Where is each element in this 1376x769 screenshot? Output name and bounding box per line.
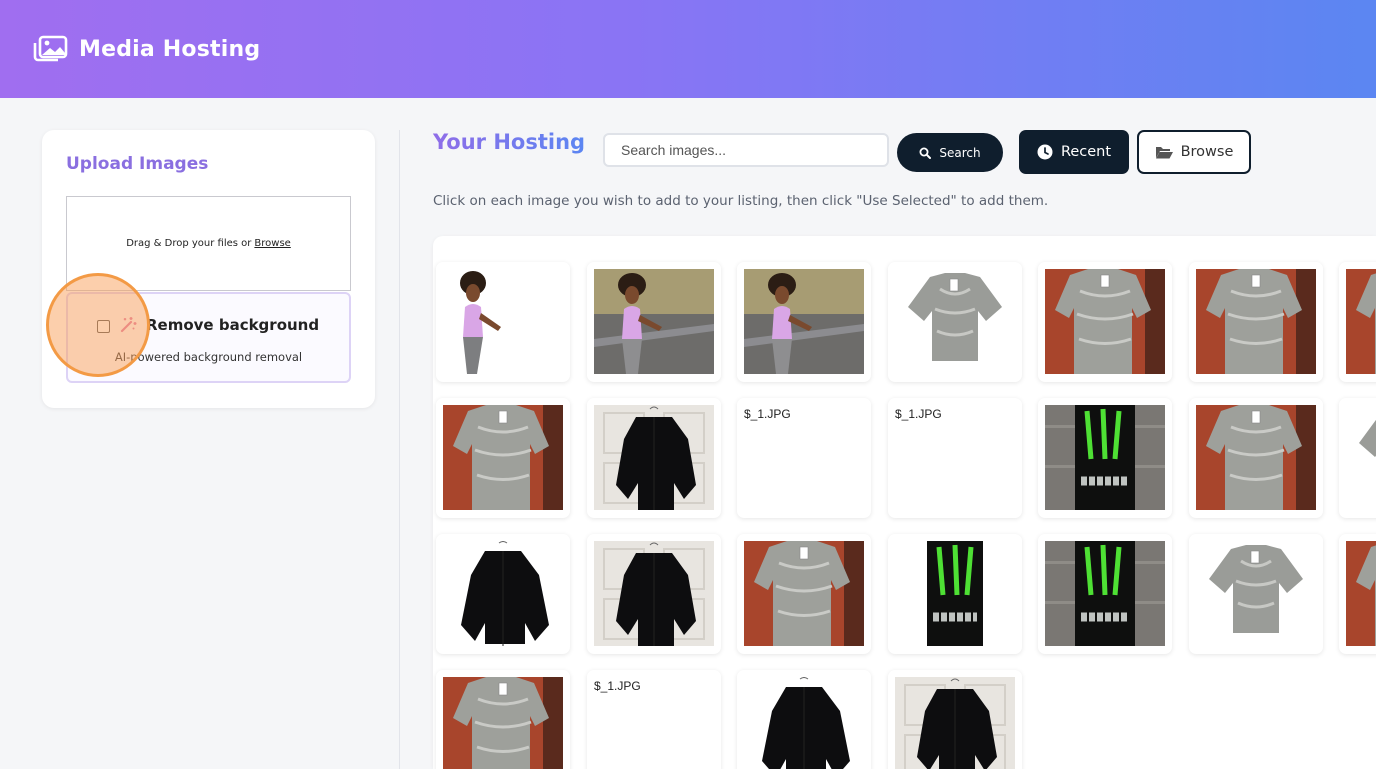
thumbnail-image [744,269,864,374]
thumbnail-image [443,541,563,646]
thumbnail-image [594,269,714,374]
thumbnail-image [1045,541,1165,646]
browse-button-label: Browse [1180,144,1234,160]
image-tile[interactable] [888,262,1022,382]
image-tile[interactable] [888,534,1022,654]
dropzone-text: Drag & Drop your files or [126,238,252,249]
image-tile[interactable] [436,670,570,769]
image-tile[interactable] [888,670,1022,769]
image-tile[interactable] [737,534,871,654]
thumbnail-image [443,677,563,769]
broken-image-alt: $_1.JPG [594,679,641,693]
image-tile[interactable] [1189,534,1323,654]
divider [399,130,400,769]
search-icon [919,147,932,159]
instruction-text: Click on each image you wish to add to y… [433,193,1049,209]
thumbnail-image [1196,541,1316,646]
clock-icon [1037,144,1053,160]
remove-background-option[interactable]: Remove background AI-powered background … [66,292,351,383]
thumbnail-image [895,541,1015,646]
folder-open-icon [1155,147,1173,159]
recent-button[interactable]: Recent [1019,130,1129,174]
recent-button-label: Recent [1060,144,1112,160]
thumbnail-image [895,269,1015,374]
remove-background-checkbox[interactable] [97,320,110,333]
search-button-label: Search [939,145,981,160]
image-tile[interactable] [587,262,721,382]
thumbnail-image [443,269,563,374]
image-tile[interactable] [1339,262,1376,382]
thumbnail-image [1346,269,1376,374]
remove-background-description: AI-powered background removal [114,350,303,364]
image-tile[interactable] [436,534,570,654]
search-input[interactable] [603,133,889,167]
thumbnail-image [594,405,714,510]
image-tile[interactable] [737,262,871,382]
thumbnail-image [1196,269,1316,374]
dropzone-browse-link[interactable]: Browse [254,238,290,249]
thumbnail-image [744,677,864,769]
image-tile[interactable] [1038,534,1172,654]
app-header: Media Hosting [0,0,1376,98]
thumbnail-image [1045,405,1165,510]
image-tile[interactable] [1189,262,1323,382]
broken-image-alt: $_1.JPG [744,407,791,421]
thumbnail-image [895,677,1015,769]
image-tile[interactable] [1339,534,1376,654]
image-tile[interactable] [587,398,721,518]
image-tile[interactable]: $_1.JPG [737,398,871,518]
upload-panel: Upload Images Drag & Drop your files or … [42,130,375,408]
thumbnail-image [744,541,864,646]
upload-title: Upload Images [66,154,209,174]
image-tile[interactable]: $_1.JPG [888,398,1022,518]
image-tile[interactable] [1339,398,1376,518]
magic-wand-icon [120,317,137,333]
thumbnail-image [1346,541,1376,646]
images-icon [33,35,68,62]
thumbnail-image [1045,269,1165,374]
app-title: Media Hosting [79,36,261,62]
image-tile[interactable] [1038,262,1172,382]
image-tile[interactable] [436,262,570,382]
image-tile[interactable] [1189,398,1323,518]
search-button[interactable]: Search [897,133,1003,172]
remove-background-label: Remove background [146,316,320,334]
image-gallery: $_1.JPG $_1.JPG $_1.JPG [433,236,1376,769]
browse-button[interactable]: Browse [1137,130,1251,174]
hosting-title: Your Hosting [433,130,586,154]
thumbnail-image [1346,405,1376,510]
image-tile[interactable] [436,398,570,518]
image-tile[interactable] [737,670,871,769]
thumbnail-image [443,405,563,510]
broken-image-alt: $_1.JPG [895,407,942,421]
thumbnail-image [1196,405,1316,510]
image-tile[interactable] [587,534,721,654]
thumbnail-image [594,541,714,646]
image-tile[interactable] [1038,398,1172,518]
image-tile[interactable]: $_1.JPG [587,670,721,769]
dropzone[interactable]: Drag & Drop your files or Browse [66,196,351,291]
